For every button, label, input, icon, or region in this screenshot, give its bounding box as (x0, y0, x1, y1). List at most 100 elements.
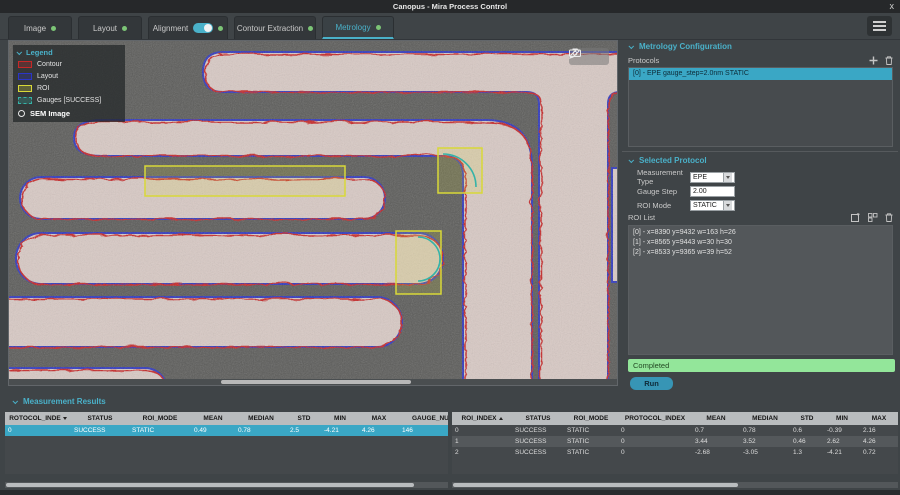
table-cell: 1.3 (793, 449, 803, 456)
roi-item[interactable]: [2] - x=8533 y=9365 w=39 h=52 (633, 248, 888, 258)
table-row[interactable]: 1SUCCESSSTATIC03.443.520.462.624.2618180 (452, 436, 898, 447)
roi-results-table[interactable]: ROI_INDEX STATUS ROI_MODE PROTOCOL_INDEX MEA… (452, 412, 898, 474)
legend-item-layout[interactable]: Layout (18, 73, 120, 80)
table-cell: 3.52 (743, 438, 756, 445)
column-header[interactable]: STATUS (512, 412, 564, 425)
roi-mode-select[interactable]: STATIC (690, 199, 735, 211)
column-header[interactable]: STD (790, 412, 824, 425)
table-cell: 0.6 (793, 427, 803, 434)
measurement-results-header[interactable]: Measurement Results (12, 397, 106, 406)
legend-label: Layout (37, 73, 59, 80)
table-row[interactable]: 2SUCCESSSTATIC0-2.68-3.051.3-4.210.72464… (452, 447, 898, 458)
table-cell: 0.78 (238, 427, 251, 434)
table-cell: -4.21 (827, 449, 842, 456)
sem-image-toggle[interactable]: SEM Image (18, 109, 120, 118)
table-cell: SUCCESS (74, 427, 106, 434)
roi-mode-row: ROI Mode STATIC (637, 199, 735, 211)
roi-list[interactable]: [0] - x=8390 y=9432 w=163 h=26 [1] - x=8… (628, 225, 893, 355)
column-header[interactable]: ROI_MODE (564, 412, 618, 425)
menu-icon[interactable] (867, 16, 892, 36)
add-roi-icon[interactable] (851, 213, 861, 222)
tab-image[interactable]: Image (8, 16, 72, 39)
scroll-thumb[interactable] (453, 483, 738, 487)
roi-list-label: ROI List (628, 213, 656, 222)
table-cell: SUCCESS (515, 449, 547, 456)
table-cell: -4.21 (324, 427, 339, 434)
radio-icon (18, 110, 25, 117)
chevron-down-icon (628, 156, 635, 163)
tab-metrology[interactable]: Metrology (322, 16, 394, 39)
close-window-button[interactable]: x (890, 0, 895, 13)
field-label: Measurement Type (637, 168, 683, 186)
pencil-icon[interactable] (569, 48, 580, 59)
gauge-step-input[interactable]: 2.00 (690, 185, 735, 197)
table-header-row: ROI_INDEX STATUS ROI_MODE PROTOCOL_INDEX MEA… (452, 412, 898, 425)
column-header[interactable]: MAX (860, 412, 898, 425)
protocol-results-table[interactable]: ROTOCOL_INDE STATUS ROI_MODE MEAN MEDIAN STD M… (5, 412, 448, 474)
protocols-row: Protocols (628, 56, 893, 65)
selected-protocol-header[interactable]: Selected Protocol (628, 156, 707, 165)
alignment-toggle[interactable] (193, 23, 214, 33)
scroll-thumb[interactable] (6, 483, 414, 487)
column-header[interactable]: MAX (359, 412, 399, 425)
column-header[interactable]: ROTOCOL_INDE (5, 412, 71, 425)
legend-header[interactable]: Legend (16, 48, 120, 57)
table-cell: STATIC (132, 427, 155, 434)
right-table-hscrollbar[interactable] (452, 482, 898, 488)
legend-item-gauges[interactable]: Gauges [SUCCESS] (18, 97, 120, 104)
column-header[interactable]: STD (287, 412, 321, 425)
measurement-type-select[interactable]: EPE (690, 171, 735, 183)
tab-label: Contour Extraction (236, 23, 304, 33)
scroll-thumb[interactable] (221, 380, 411, 384)
roi-item[interactable]: [0] - x=8390 y=9432 w=163 h=26 (633, 228, 888, 238)
delete-protocol-icon[interactable] (885, 56, 893, 65)
tab-alignment[interactable]: Alignment (148, 16, 228, 39)
tab-layout[interactable]: Layout (78, 16, 142, 39)
section-title: Metrology Configuration (639, 42, 732, 51)
legend-item-contour[interactable]: Contour (18, 61, 120, 68)
measurement-results-section: Measurement Results ROTOCOL_INDE STATUS RO… (0, 392, 900, 490)
tab-contour-extraction[interactable]: Contour Extraction (234, 16, 316, 39)
column-header[interactable]: MIN (824, 412, 860, 425)
table-cell: 2.62 (827, 438, 840, 445)
title-bar: Canopus - Mira Process Control x (0, 0, 900, 13)
table-row[interactable]: 0SUCCESSSTATIC0.490.782.5-4.214.26146146… (5, 425, 448, 436)
table-row[interactable]: 0SUCCESSSTATIC00.70.780.6-0.392.1682820 (452, 425, 898, 436)
column-header[interactable]: GAUGE_NUMBER (399, 412, 448, 425)
run-button[interactable]: Run (630, 377, 673, 390)
table-cell: 0 (621, 438, 625, 445)
left-table-hscrollbar[interactable] (5, 482, 448, 488)
status-dot (375, 24, 381, 30)
metrology-config-header[interactable]: Metrology Configuration (628, 42, 732, 51)
input-value: 2.00 (693, 187, 707, 195)
table-cell: 146 (402, 427, 413, 434)
table-cell: SUCCESS (515, 438, 547, 445)
table-cell: 0 (621, 449, 625, 456)
column-header[interactable]: MEDIAN (740, 412, 790, 425)
column-header[interactable]: ROI_INDEX (452, 412, 512, 425)
viewer-hscrollbar[interactable] (9, 379, 617, 385)
delete-roi-icon[interactable] (885, 213, 893, 222)
select-roi-icon[interactable] (868, 213, 878, 222)
roi-box-0[interactable] (144, 165, 346, 197)
column-header[interactable]: PROTOCOL_INDEX (618, 412, 692, 425)
column-header[interactable]: STATUS (71, 412, 129, 425)
window-footer (0, 490, 900, 495)
add-protocol-icon[interactable] (869, 56, 878, 65)
column-header[interactable]: MIN (321, 412, 359, 425)
status-dot (218, 25, 224, 31)
table-cell: 1 (455, 438, 459, 445)
column-header[interactable]: MEAN (191, 412, 235, 425)
layout-swatch (18, 73, 32, 80)
protocol-item[interactable]: [0] - EPE gauge_step=2.0nm STATIC (629, 68, 892, 80)
contour-swatch (18, 61, 32, 68)
legend-title: Legend (26, 48, 53, 57)
column-header[interactable]: MEAN (692, 412, 740, 425)
roi-box-2[interactable] (395, 230, 442, 295)
column-header[interactable]: ROI_MODE (129, 412, 191, 425)
sem-viewer[interactable]: Legend Contour Layout ROI Gauges [SUCCES… (8, 40, 618, 386)
roi-item[interactable]: [1] - x=8565 y=9443 w=30 h=30 (633, 238, 888, 248)
legend-item-roi[interactable]: ROI (18, 85, 120, 92)
column-header[interactable]: MEDIAN (235, 412, 287, 425)
table-cell: 0.72 (863, 449, 876, 456)
